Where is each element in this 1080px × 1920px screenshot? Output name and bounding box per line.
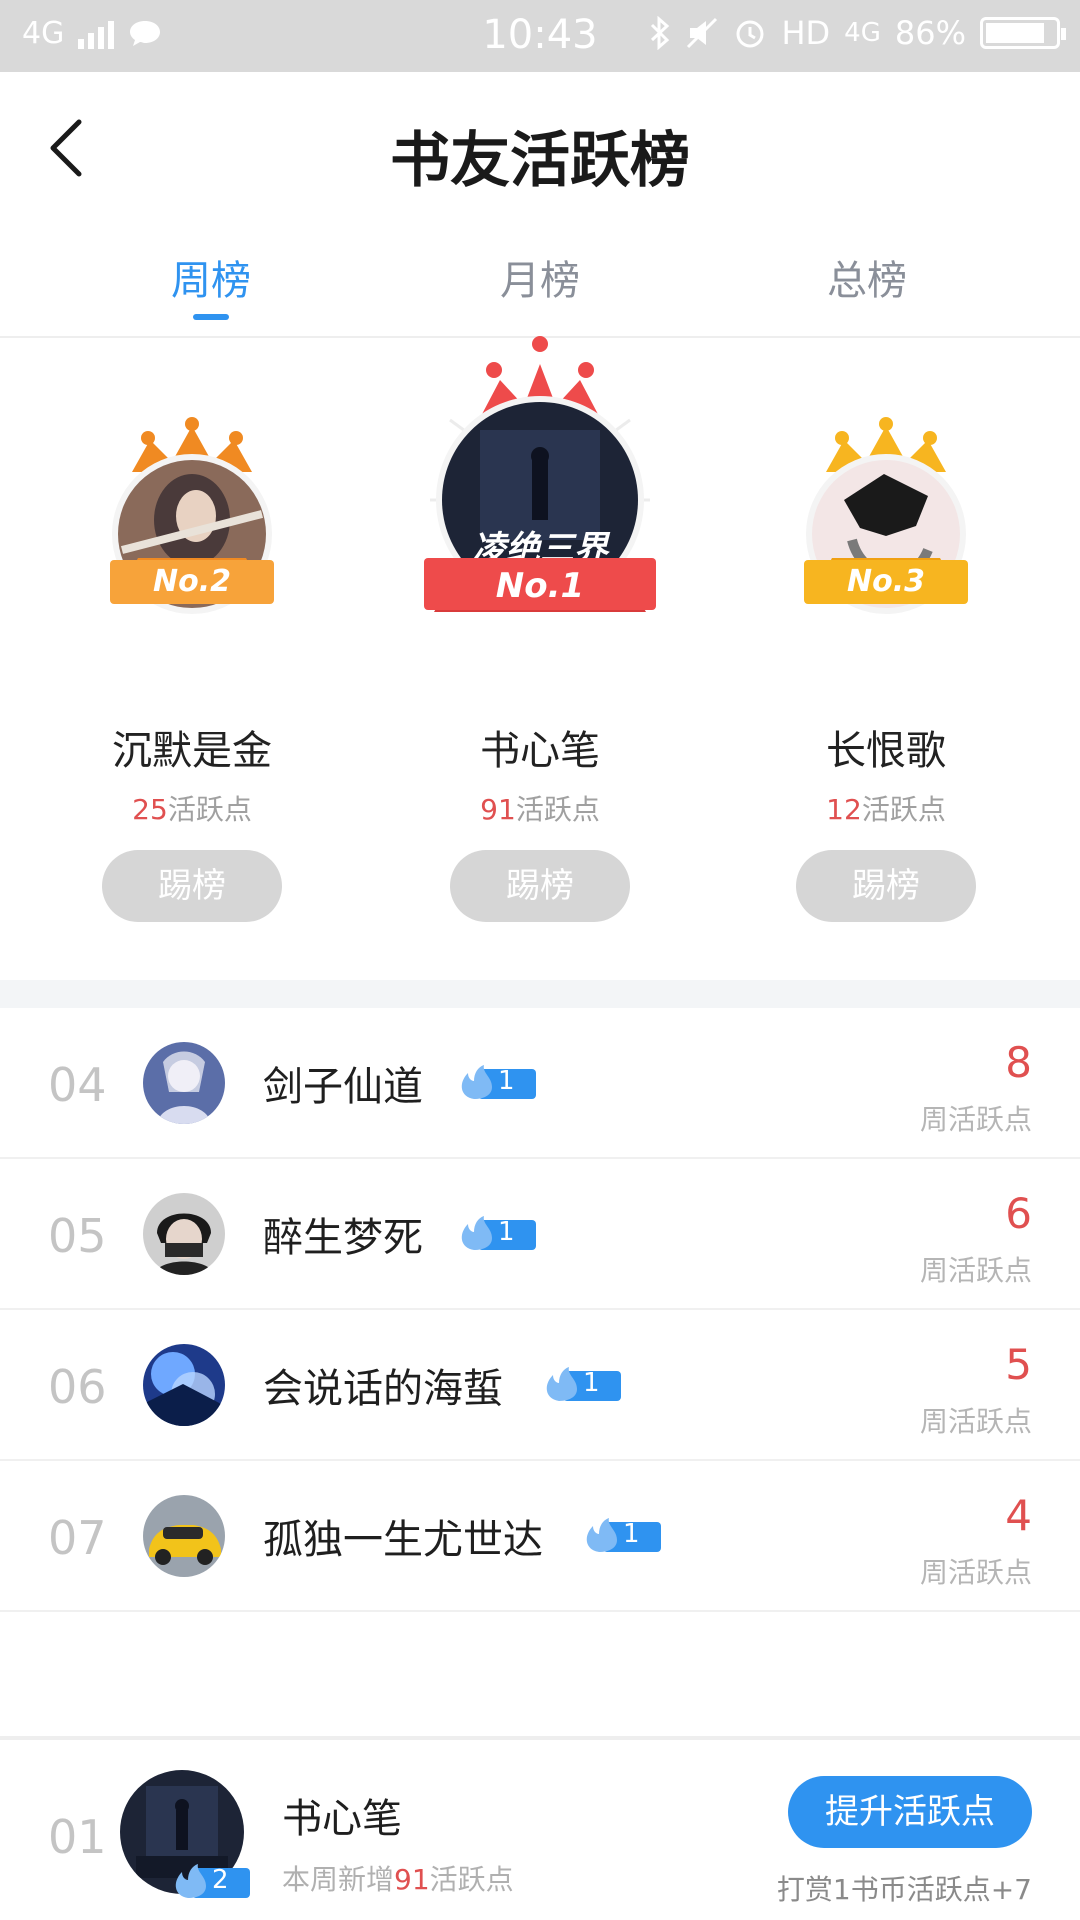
- tab-indicator: [193, 314, 229, 320]
- rank-1-label: No.1: [495, 566, 585, 606]
- weekly-score: 4: [1005, 1491, 1032, 1540]
- podium-rank-3: No.3 长恨歌 12活跃点 踢榜: [756, 340, 1016, 980]
- podium: No.2 沉默是金 25活跃点 踢榜 凌绝三界 No.1 书心笔 91活跃点 踢…: [0, 336, 1080, 980]
- list-item[interactable]: 05 醉生梦死 1 6 周活跃点: [0, 1159, 1080, 1310]
- rank-1-badge: 凌绝三界 No.1: [410, 310, 670, 650]
- avatar[interactable]: [143, 1042, 225, 1124]
- weekly-score: 5: [1005, 1340, 1032, 1389]
- weekly-score-label: 周活跃点: [919, 1254, 1032, 1287]
- rank-number: 06: [48, 1360, 107, 1414]
- rank-2-label: No.2: [153, 564, 231, 599]
- rank-3-points-unit: 活跃点: [861, 793, 946, 826]
- rank-1-points-value: 91: [480, 793, 516, 826]
- my-rank-bar: 01 2 书心笔 本周新增91活跃点 提升活跃点 打赏1书币活跃点+7: [0, 1736, 1080, 1920]
- tab-total[interactable]: 总榜: [767, 248, 967, 306]
- rank-list: 04 剑子仙道 1 8 周活跃点 05 醉生梦死 1 6 周活跃点 06 会说话…: [0, 1008, 1080, 1612]
- alarm-icon: [736, 20, 764, 48]
- network-right-label: 4G: [844, 18, 881, 48]
- my-fire-level-badge: 2: [172, 1864, 250, 1900]
- list-item[interactable]: 07 孤独一生尤世达 1 4 周活跃点: [0, 1461, 1080, 1612]
- weekly-score: 8: [1005, 1038, 1032, 1087]
- tab-monthly[interactable]: 月榜: [440, 248, 640, 306]
- boost-activity-button[interactable]: 提升活跃点: [788, 1776, 1032, 1848]
- fire-level-value: 1: [583, 1368, 600, 1398]
- rank-number: 04: [48, 1058, 107, 1112]
- my-name: 书心笔: [282, 1796, 402, 1842]
- rank-2-points: 25活跃点: [62, 788, 322, 828]
- fire-level-badge: 1: [543, 1367, 621, 1403]
- rank-number: 07: [48, 1511, 107, 1565]
- my-summary-prefix: 本周新增: [282, 1863, 395, 1896]
- avatar[interactable]: [143, 1193, 225, 1275]
- rank-2-points-value: 25: [132, 793, 168, 826]
- battery-percent: 86%: [894, 14, 966, 52]
- rank-3-badge: No.3: [776, 380, 996, 650]
- tab-weekly[interactable]: 周榜: [111, 248, 311, 306]
- status-bar: 4G 10:43 HD 4G 86%: [0, 0, 1080, 72]
- rank-3-label: No.3: [847, 564, 925, 599]
- rank-3-kick-button[interactable]: 踢榜: [796, 850, 976, 922]
- mute-icon: [687, 17, 718, 49]
- rank-1-points: 91活跃点: [410, 788, 670, 828]
- weekly-score: 6: [1005, 1189, 1032, 1238]
- weekly-score-label: 周活跃点: [919, 1103, 1032, 1136]
- reward-note: 打赏1书币活跃点+7: [776, 1873, 1032, 1906]
- list-item[interactable]: 04 剑子仙道 1 8 周活跃点: [0, 1008, 1080, 1159]
- rank-2-name: 沉默是金: [112, 728, 272, 774]
- user-name[interactable]: 剑子仙道: [263, 1054, 423, 1112]
- user-name[interactable]: 醉生梦死: [263, 1205, 423, 1263]
- rank-3-points: 12活跃点: [756, 788, 1016, 828]
- avatar[interactable]: [143, 1495, 225, 1577]
- fire-level-value: 1: [498, 1217, 515, 1247]
- fire-level-badge: 1: [458, 1216, 536, 1252]
- rank-number: 05: [48, 1209, 107, 1263]
- my-summary-suffix: 活跃点: [429, 1863, 514, 1896]
- rank-1-kick-button[interactable]: 踢榜: [450, 850, 630, 922]
- rank-1-points-unit: 活跃点: [515, 793, 600, 826]
- fire-level-value: 1: [498, 1066, 515, 1096]
- fire-level-badge: 1: [583, 1518, 661, 1554]
- fire-level-value: 1: [623, 1519, 640, 1549]
- list-item[interactable]: 06 会说话的海蜇 1 5 周活跃点: [0, 1310, 1080, 1461]
- bluetooth-icon: [651, 16, 670, 50]
- battery-icon: [980, 17, 1066, 49]
- weekly-score-label: 周活跃点: [919, 1405, 1032, 1438]
- status-right: HD 4G 86%: [649, 14, 1066, 52]
- user-name[interactable]: 孤独一生尤世达: [263, 1507, 543, 1565]
- rank-3-name: 长恨歌: [826, 728, 946, 774]
- fire-level-badge: 1: [458, 1065, 536, 1101]
- rank-3-points-value: 12: [826, 793, 862, 826]
- rank-1-name: 书心笔: [480, 728, 600, 774]
- user-name[interactable]: 会说话的海蜇: [263, 1356, 503, 1414]
- rank-2-points-unit: 活跃点: [167, 793, 252, 826]
- section-divider: [0, 980, 1080, 1008]
- my-summary-points: 91: [394, 1863, 430, 1896]
- page-title: 书友活跃榜: [390, 126, 690, 196]
- battery-fill: [986, 23, 1044, 43]
- hd-label: HD: [781, 14, 831, 52]
- weekly-score-label: 周活跃点: [919, 1556, 1032, 1589]
- rank-2-kick-button[interactable]: 踢榜: [102, 850, 282, 922]
- rank-2-badge: No.2: [82, 380, 302, 650]
- my-fire-level-value: 2: [212, 1865, 229, 1895]
- podium-rank-1: 凌绝三界 No.1 书心笔 91活跃点 踢榜: [410, 336, 670, 980]
- my-rank-number: 01: [48, 1810, 107, 1864]
- podium-rank-2: No.2 沉默是金 25活跃点 踢榜: [62, 340, 322, 980]
- header: 书友活跃榜: [0, 72, 1080, 222]
- avatar[interactable]: [143, 1344, 225, 1426]
- crown-orange-icon: [110, 417, 274, 614]
- my-weekly-summary: 本周新增91活跃点: [282, 1858, 514, 1898]
- crown-gold-icon: [804, 417, 968, 614]
